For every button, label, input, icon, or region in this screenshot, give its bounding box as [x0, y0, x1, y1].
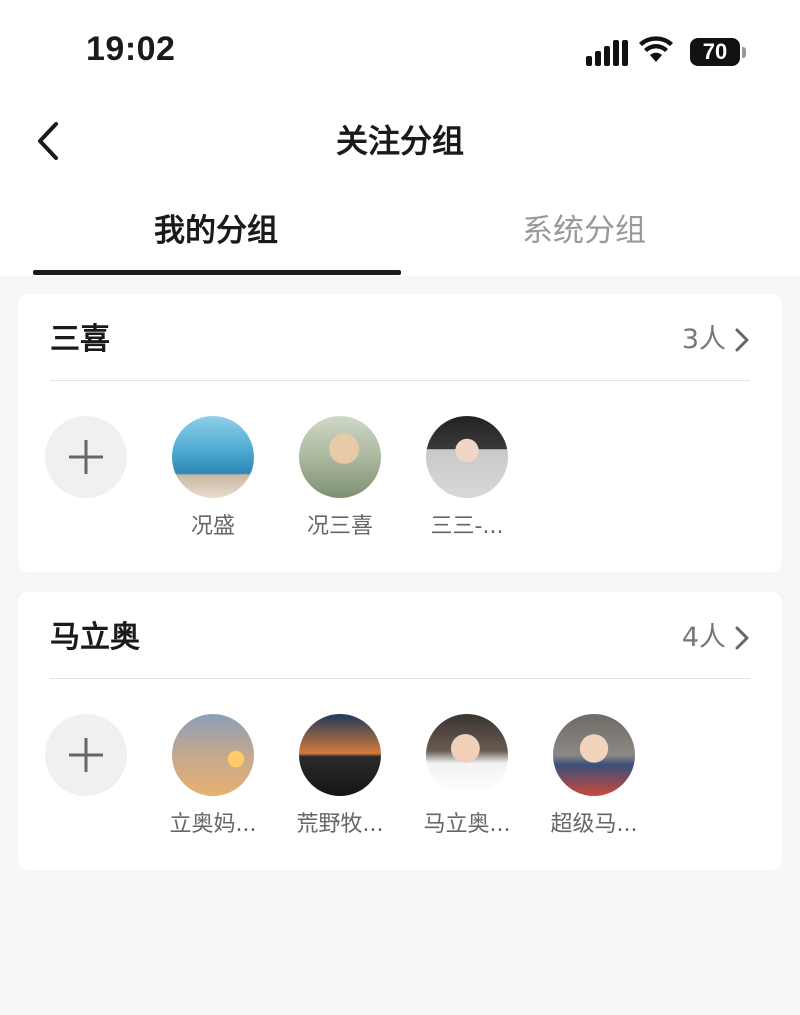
group-member-count[interactable]: 3人 — [682, 322, 726, 358]
avatar — [299, 714, 381, 796]
avatar — [172, 416, 254, 498]
group-name: 三喜 — [50, 322, 110, 357]
battery-tip — [742, 47, 746, 58]
chevron-right-icon[interactable] — [734, 624, 750, 652]
avatar — [426, 714, 508, 796]
avatar — [172, 714, 254, 796]
status-bar: 19:02 70 — [0, 0, 800, 100]
group-member-count[interactable]: 4人 — [682, 620, 726, 656]
member-name: 马立奥... — [423, 812, 511, 837]
wifi-icon — [639, 36, 673, 62]
divider — [50, 678, 750, 679]
avatar — [299, 416, 381, 498]
status-time: 19:02 — [86, 30, 176, 68]
add-member-button[interactable] — [45, 416, 127, 498]
avatar — [426, 416, 508, 498]
member-item[interactable]: 马立奥... — [403, 714, 531, 840]
group-card-sanxi: 三喜 3人 况盛 况三喜 三三-... — [18, 294, 782, 572]
page-title: 关注分组 — [335, 122, 464, 160]
divider — [50, 380, 750, 381]
add-member-button[interactable] — [45, 714, 127, 796]
member-item[interactable]: 立奥妈... — [149, 714, 277, 840]
member-item[interactable]: 三三-... — [403, 416, 531, 542]
member-item[interactable]: 超级马... — [530, 714, 658, 840]
tab-my-groups[interactable]: 我的分组 — [32, 208, 400, 254]
member-name: 况盛 — [190, 514, 235, 539]
group-card-maliao: 马立奥 4人 立奥妈... 荒野牧... 马立奥... 超级马... — [18, 592, 782, 870]
member-name: 超级马... — [550, 812, 638, 837]
member-name: 立奥妈... — [169, 812, 257, 837]
member-item[interactable]: 况三喜 — [276, 416, 404, 542]
battery-icon: 70 — [690, 38, 740, 66]
avatar — [553, 714, 635, 796]
chevron-right-icon[interactable] — [734, 326, 750, 354]
header-area: 19:02 70 关注分组 我的分组 系统分组 — [0, 0, 800, 276]
active-tab-indicator — [33, 270, 401, 275]
tab-system-groups[interactable]: 系统分组 — [400, 208, 768, 254]
member-item[interactable]: 荒野牧... — [276, 714, 404, 840]
group-name: 马立奥 — [50, 620, 140, 655]
member-item[interactable]: 况盛 — [149, 416, 277, 542]
member-name: 况三喜 — [306, 514, 373, 539]
cellular-signal-icon — [586, 40, 628, 66]
member-name: 三三-... — [430, 514, 504, 539]
member-name: 荒野牧... — [296, 812, 384, 837]
